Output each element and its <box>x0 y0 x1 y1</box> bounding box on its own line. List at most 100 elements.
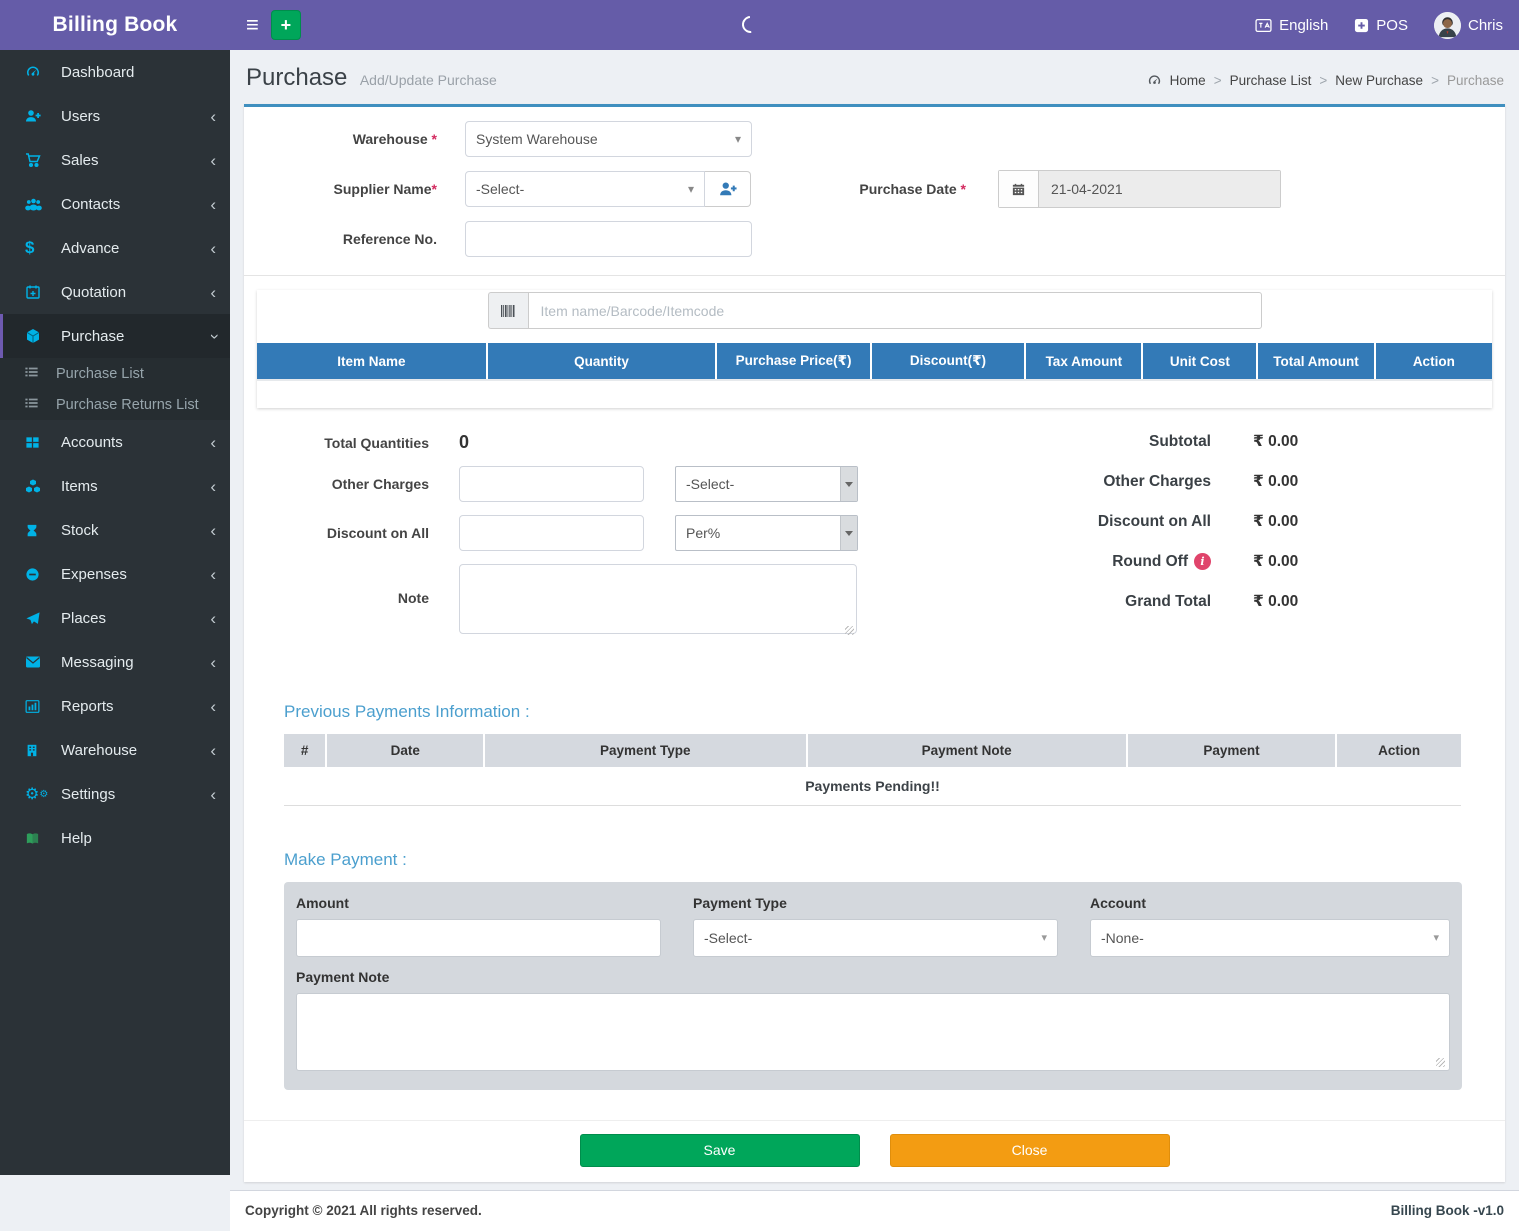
building-icon <box>25 743 47 758</box>
sidebar-item-label: Advance <box>61 239 120 257</box>
other-charges-input[interactable] <box>459 466 644 502</box>
quick-add-button[interactable]: + <box>270 10 301 40</box>
amount-input[interactable] <box>296 918 661 957</box>
breadcrumb-home[interactable]: Home <box>1170 73 1206 88</box>
cube-icon <box>25 328 47 344</box>
language-menu[interactable]: English <box>1255 17 1328 34</box>
payments-header-row: # Date Payment Type Payment Note Payment… <box>284 734 1461 767</box>
user-plus-icon <box>719 182 737 196</box>
item-search-input[interactable] <box>527 292 1262 329</box>
close-button[interactable]: Close <box>889 1133 1170 1167</box>
content-header: Purchase Add/Update Purchase Home > Purc… <box>230 50 1519 104</box>
sidebar-item-sales[interactable]: Sales ‹ <box>0 138 230 182</box>
purchase-date-input[interactable]: 21-04-2021 <box>1039 171 1280 207</box>
reference-input[interactable] <box>465 221 752 257</box>
breadcrumb-separator: > <box>1319 73 1328 88</box>
total-quantities-label: Total Quantities <box>324 434 429 451</box>
sidebar-subitem-purchase-list[interactable]: Purchase List <box>0 358 230 389</box>
topbar-left: ≡ + <box>230 0 301 50</box>
warehouse-select[interactable]: System Warehouse ▾ <box>465 121 752 157</box>
sidebar-item-label: Users <box>61 107 101 125</box>
other-charges-type-select[interactable]: -Select- <box>675 466 858 502</box>
sidebar-item-accounts[interactable]: Accounts ‹ <box>0 420 230 464</box>
sidebar-subitem-purchase-returns-list[interactable]: Purchase Returns List <box>0 389 230 420</box>
barcode-icon <box>487 292 528 329</box>
item-search-row <box>257 290 1492 343</box>
subtotal-value: ₹ 0.00 <box>1253 433 1299 450</box>
purchase-form-panel: Warehouse * System Warehouse ▾ Supplier … <box>244 104 1505 1182</box>
account-select[interactable]: -None- ▾ <box>1090 918 1450 957</box>
minus-circle-icon <box>25 567 47 582</box>
sidebar-item-help[interactable]: Help <box>0 816 230 860</box>
chevron-left-icon: ‹ <box>210 564 216 584</box>
chevron-left-icon: ‹ <box>210 476 216 496</box>
subtotal-label: Subtotal <box>1149 432 1211 450</box>
sidebar-item-label: Reports <box>61 697 114 715</box>
gears-icon: ⚙ ⚙ <box>25 786 49 803</box>
breadcrumb-new-purchase[interactable]: New Purchase <box>1335 73 1423 88</box>
payment-type-select[interactable]: -Select- ▾ <box>693 918 1058 957</box>
sidebar-item-warehouse[interactable]: Warehouse ‹ <box>0 728 230 772</box>
make-payment-grid: Amount Payment Type -Select- ▾ Account -… <box>296 895 1450 957</box>
other-charges-total-label: Other Charges <box>1103 472 1211 490</box>
account-label: Account <box>1090 894 1146 911</box>
sidebar-item-dashboard[interactable]: Dashboard <box>0 50 230 94</box>
discount-on-all-label: Discount on All <box>326 525 429 541</box>
sidebar-item-purchase[interactable]: Purchase ‹ <box>0 314 230 358</box>
totals-section: Total Quantities 0 Other Charges -Select… <box>244 432 1505 668</box>
pos-menu[interactable]: POS <box>1354 17 1408 34</box>
sidebar-item-users[interactable]: Users ‹ <box>0 94 230 138</box>
sidebar-subitem-label: Purchase List <box>56 365 144 382</box>
chevron-left-icon: ‹ <box>210 150 216 170</box>
save-button[interactable]: Save <box>579 1133 860 1167</box>
bar-chart-icon <box>25 699 47 714</box>
discount-type-select[interactable]: Per% <box>675 515 858 551</box>
sidebar-item-quotation[interactable]: Quotation ‹ <box>0 270 230 314</box>
topbar-right: English POS Chris <box>1255 0 1519 50</box>
grand-total-row: Grand Total ₹ 0.00 <box>957 592 1357 611</box>
username: Chris <box>1467 16 1503 34</box>
sidebar-item-label: Messaging <box>61 653 134 671</box>
grand-total-value: ₹ 0.00 <box>1253 593 1299 610</box>
sidebar-item-stock[interactable]: Stock ‹ <box>0 508 230 552</box>
chevron-left-icon: ‹ <box>210 238 216 258</box>
sidebar-item-label: Sales <box>61 151 99 169</box>
chevron-left-icon: ‹ <box>210 740 216 760</box>
make-payment-heading: Make Payment : <box>284 849 407 869</box>
discount-on-all-input[interactable] <box>459 515 644 551</box>
required-marker: * <box>960 181 966 197</box>
copyright-text: Copyright © 2021 All rights reserved. <box>245 1203 482 1218</box>
payment-note-textarea[interactable] <box>296 992 1450 1071</box>
supplier-label: Supplier Name* <box>333 181 437 197</box>
user-menu[interactable]: Chris <box>1433 11 1503 39</box>
cubes-icon <box>25 478 47 494</box>
sidebar-item-expenses[interactable]: Expenses ‹ <box>0 552 230 596</box>
pos-label: POS <box>1376 16 1408 34</box>
supplier-select[interactable]: -Select- ▾ <box>465 171 705 207</box>
sidebar-item-messaging[interactable]: Messaging ‹ <box>0 640 230 684</box>
col-payment: Payment <box>1126 734 1338 767</box>
sidebar-toggle-icon[interactable]: ≡ <box>246 14 259 36</box>
note-textarea[interactable] <box>459 564 857 634</box>
app-logo[interactable]: Billing Book <box>0 0 230 50</box>
sidebar-item-settings[interactable]: ⚙ ⚙ Settings ‹ <box>0 772 230 816</box>
resize-grip[interactable] <box>845 626 854 635</box>
resize-grip[interactable] <box>1436 1057 1445 1067</box>
sidebar-item-reports[interactable]: Reports ‹ <box>0 684 230 728</box>
info-icon[interactable]: i <box>1194 553 1211 570</box>
sidebar-item-places[interactable]: Places ‹ <box>0 596 230 640</box>
items-table-header-row: Item Name Quantity Purchase Price(₹) Dis… <box>257 343 1492 381</box>
add-supplier-button[interactable] <box>705 171 751 207</box>
chevron-left-icon: ‹ <box>210 652 216 672</box>
sidebar-item-label: Help <box>61 829 92 847</box>
payment-type-field-group: Payment Type -Select- ▾ <box>693 895 1058 957</box>
sidebar-item-items[interactable]: Items ‹ <box>0 464 230 508</box>
sidebar-item-advance[interactable]: $ Advance ‹ <box>0 226 230 270</box>
discount-total-value: ₹ 0.00 <box>1253 513 1299 530</box>
sidebar-item-label: Dashboard <box>61 63 135 81</box>
items-section: Item Name Quantity Purchase Price(₹) Dis… <box>244 275 1505 408</box>
breadcrumb-purchase-list[interactable]: Purchase List <box>1230 73 1312 88</box>
sidebar-item-contacts[interactable]: Contacts ‹ <box>0 182 230 226</box>
book-icon <box>25 831 47 846</box>
round-off-value: ₹ 0.00 <box>1253 553 1299 570</box>
